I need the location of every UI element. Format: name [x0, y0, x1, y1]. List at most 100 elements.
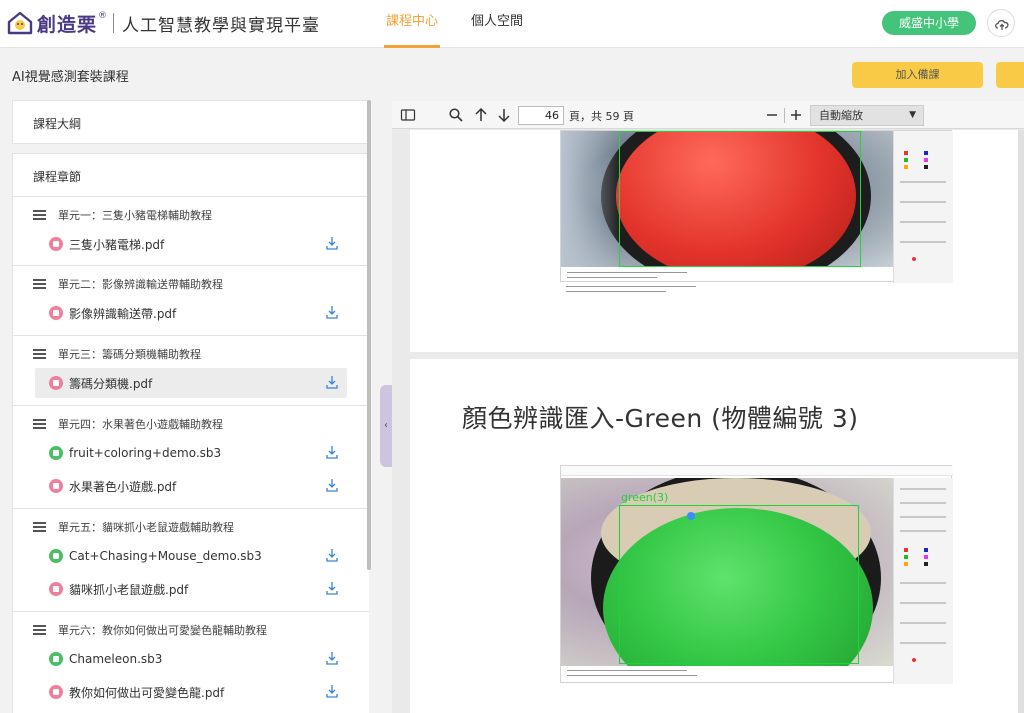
chapters-label: 課程章節: [33, 170, 82, 184]
zoom-select-value: 自動縮放: [819, 109, 863, 122]
arrow-up-icon[interactable]: [473, 107, 489, 123]
top-navbar: 創造栗 ® 人工智慧教學與實現平臺 課程中心 個人空間 威盛中小學: [0, 0, 1024, 48]
file-item[interactable]: 教你如何做出可愛變色龍.pdf: [35, 677, 347, 707]
file-name: 三隻小豬電梯.pdf: [69, 237, 165, 252]
house-logo-icon: [7, 11, 33, 35]
download-icon[interactable]: [325, 478, 339, 492]
file-item[interactable]: Cat+Chasing+Mouse_demo.sb3: [35, 541, 347, 571]
file-item[interactable]: 貓咪抓小老鼠遊戲.pdf: [35, 574, 347, 604]
detection-label: green(3): [621, 491, 669, 504]
unit-2: 單元二：影像辨識輸送帶輔助教程 影像辨識輸送帶.pdf: [13, 266, 369, 336]
detection-box: [619, 505, 859, 664]
scratch-file-icon: [49, 446, 63, 460]
tab-personal-space[interactable]: 個人空間: [471, 0, 523, 48]
cloud-upload-button[interactable]: [987, 9, 1015, 37]
download-icon[interactable]: [325, 375, 339, 389]
pdf-page-current: 顏色辨識匯入-Green (物體編號 3) green(3): [410, 359, 1024, 713]
file-name: 籌碼分類機.pdf: [69, 376, 153, 391]
zoom-in-icon[interactable]: [788, 107, 804, 123]
download-icon[interactable]: [325, 236, 339, 250]
download-icon[interactable]: [325, 651, 339, 665]
page-total-label: 頁，共 59 頁: [569, 110, 634, 123]
search-icon[interactable]: [448, 107, 464, 123]
file-name: Cat+Chasing+Mouse_demo.sb3: [69, 549, 262, 563]
pdf-viewer: 46 頁，共 59 頁 自動縮放 ▼ 顏色辨識匯入-Green (物體編號 3)…: [392, 101, 1024, 713]
collapse-sidebar-handle[interactable]: ‹: [380, 385, 392, 467]
camera-frame-green: green(3): [561, 478, 893, 666]
brand-divider: [113, 13, 115, 33]
download-icon[interactable]: [325, 684, 339, 698]
course-title: AI視覺感測套裝課程: [12, 70, 129, 85]
unit-title: 單元三：籌碼分類機輔助教程: [58, 348, 201, 361]
chapters-card: 課程章節 單元一：三隻小豬電梯輔助教程 三隻小豬電梯.pdf 單元二：影像辨識輸…: [12, 153, 369, 713]
file-item-selected[interactable]: 籌碼分類機.pdf: [35, 368, 347, 398]
school-button[interactable]: 威盛中小學: [882, 11, 976, 35]
unit-4: 單元四：水果著色小遊戲輔助教程 fruit+coloring+demo.sb3 …: [13, 406, 369, 509]
pdf-file-icon: [49, 376, 63, 390]
zoom-divider: [784, 108, 785, 123]
download-icon[interactable]: [325, 548, 339, 562]
pdf-file-icon: [49, 237, 63, 251]
file-name: fruit+coloring+demo.sb3: [69, 446, 222, 460]
list-icon: [33, 210, 46, 220]
pdf-file-icon: [49, 582, 63, 596]
download-icon[interactable]: [325, 581, 339, 595]
unit-header[interactable]: 單元四：水果著色小遊戲輔助教程: [33, 415, 223, 433]
viewer-scrollbar[interactable]: [1018, 130, 1024, 713]
arrow-down-icon[interactable]: [496, 107, 512, 123]
pdf-file-icon: [49, 685, 63, 699]
sidebar-scrollbar[interactable]: [367, 100, 371, 570]
unit-6: 單元六：教你如何做出可愛變色龍輔助教程 Chameleon.sb3 教你如何做出…: [13, 612, 369, 713]
tab-course-center[interactable]: 課程中心: [383, 0, 441, 48]
unit-header[interactable]: 單元三：籌碼分類機輔助教程: [33, 345, 201, 363]
file-name: Chameleon.sb3: [69, 652, 163, 666]
camera-frame-red: [561, 131, 893, 267]
course-sidebar: 課程大綱 課程章節 單元一：三隻小豬電梯輔助教程 三隻小豬電梯.pdf 單元二：…: [12, 100, 369, 713]
screenshot-red-detection: [560, 130, 953, 283]
pdf-page-previous: [410, 130, 1024, 352]
extra-action-button[interactable]: [996, 62, 1024, 88]
unit-title: 單元一：三隻小豬電梯輔助教程: [58, 209, 212, 222]
unit-header[interactable]: 單元六：教你如何做出可愛變色龍輔助教程: [33, 621, 267, 639]
pdf-file-icon: [49, 306, 63, 320]
list-icon: [33, 625, 46, 635]
file-name: 影像辨識輸送帶.pdf: [69, 306, 177, 321]
zoom-select[interactable]: 自動縮放 ▼: [810, 105, 924, 126]
unit-title: 單元六：教你如何做出可愛變色龍輔助教程: [58, 624, 267, 637]
unit-header[interactable]: 單元五：貓咪抓小老鼠遊戲輔助教程: [33, 518, 234, 536]
file-item[interactable]: fruit+coloring+demo.sb3: [35, 438, 347, 468]
file-name: 教你如何做出可愛變色龍.pdf: [69, 685, 225, 700]
slide-title: 顏色辨識匯入-Green (物體編號 3): [462, 404, 859, 433]
file-item[interactable]: 水果著色小遊戲.pdf: [35, 471, 347, 501]
list-icon: [33, 419, 46, 429]
download-icon[interactable]: [325, 305, 339, 319]
unit-header[interactable]: 單元二：影像辨識輸送帶輔助教程: [33, 275, 223, 293]
file-item[interactable]: 三隻小豬電梯.pdf: [35, 229, 347, 259]
download-icon[interactable]: [325, 445, 339, 459]
unit-title: 單元四：水果著色小遊戲輔助教程: [58, 418, 223, 431]
unit-header[interactable]: 單元一：三隻小豬電梯輔助教程: [33, 206, 212, 224]
app-titlebar: [561, 466, 953, 476]
list-icon: [33, 279, 46, 289]
file-name: 貓咪抓小老鼠遊戲.pdf: [69, 582, 189, 597]
pdf-toolbar: 46 頁，共 59 頁 自動縮放 ▼: [392, 101, 1024, 129]
unit-1: 單元一：三隻小豬電梯輔助教程 三隻小豬電梯.pdf: [13, 196, 369, 266]
scratch-file-icon: [49, 652, 63, 666]
unit-3: 單元三：籌碼分類機輔助教程 籌碼分類機.pdf: [13, 336, 369, 406]
registered-mark: ®: [98, 11, 108, 21]
screenshot-green-detection: green(3): [560, 465, 953, 684]
outline-label: 課程大綱: [33, 117, 82, 131]
page-number-input[interactable]: 46: [518, 106, 564, 125]
join-prep-button[interactable]: 加入備課: [852, 62, 983, 88]
zoom-out-icon[interactable]: [764, 107, 780, 123]
brand-logo[interactable]: 創造栗 ® 人工智慧教學與實現平臺: [6, 8, 320, 38]
outline-card[interactable]: 課程大綱: [12, 100, 368, 144]
detector-side-panel: [893, 478, 953, 684]
file-item[interactable]: 影像辨識輸送帶.pdf: [35, 298, 347, 328]
scratch-file-icon: [49, 549, 63, 563]
pdf-file-icon: [49, 479, 63, 493]
file-item[interactable]: Chameleon.sb3: [35, 644, 347, 674]
unit-5: 單元五：貓咪抓小老鼠遊戲輔助教程 Cat+Chasing+Mouse_demo.…: [13, 509, 369, 612]
list-icon: [33, 522, 46, 532]
sidebar-toggle-icon[interactable]: [400, 107, 416, 123]
